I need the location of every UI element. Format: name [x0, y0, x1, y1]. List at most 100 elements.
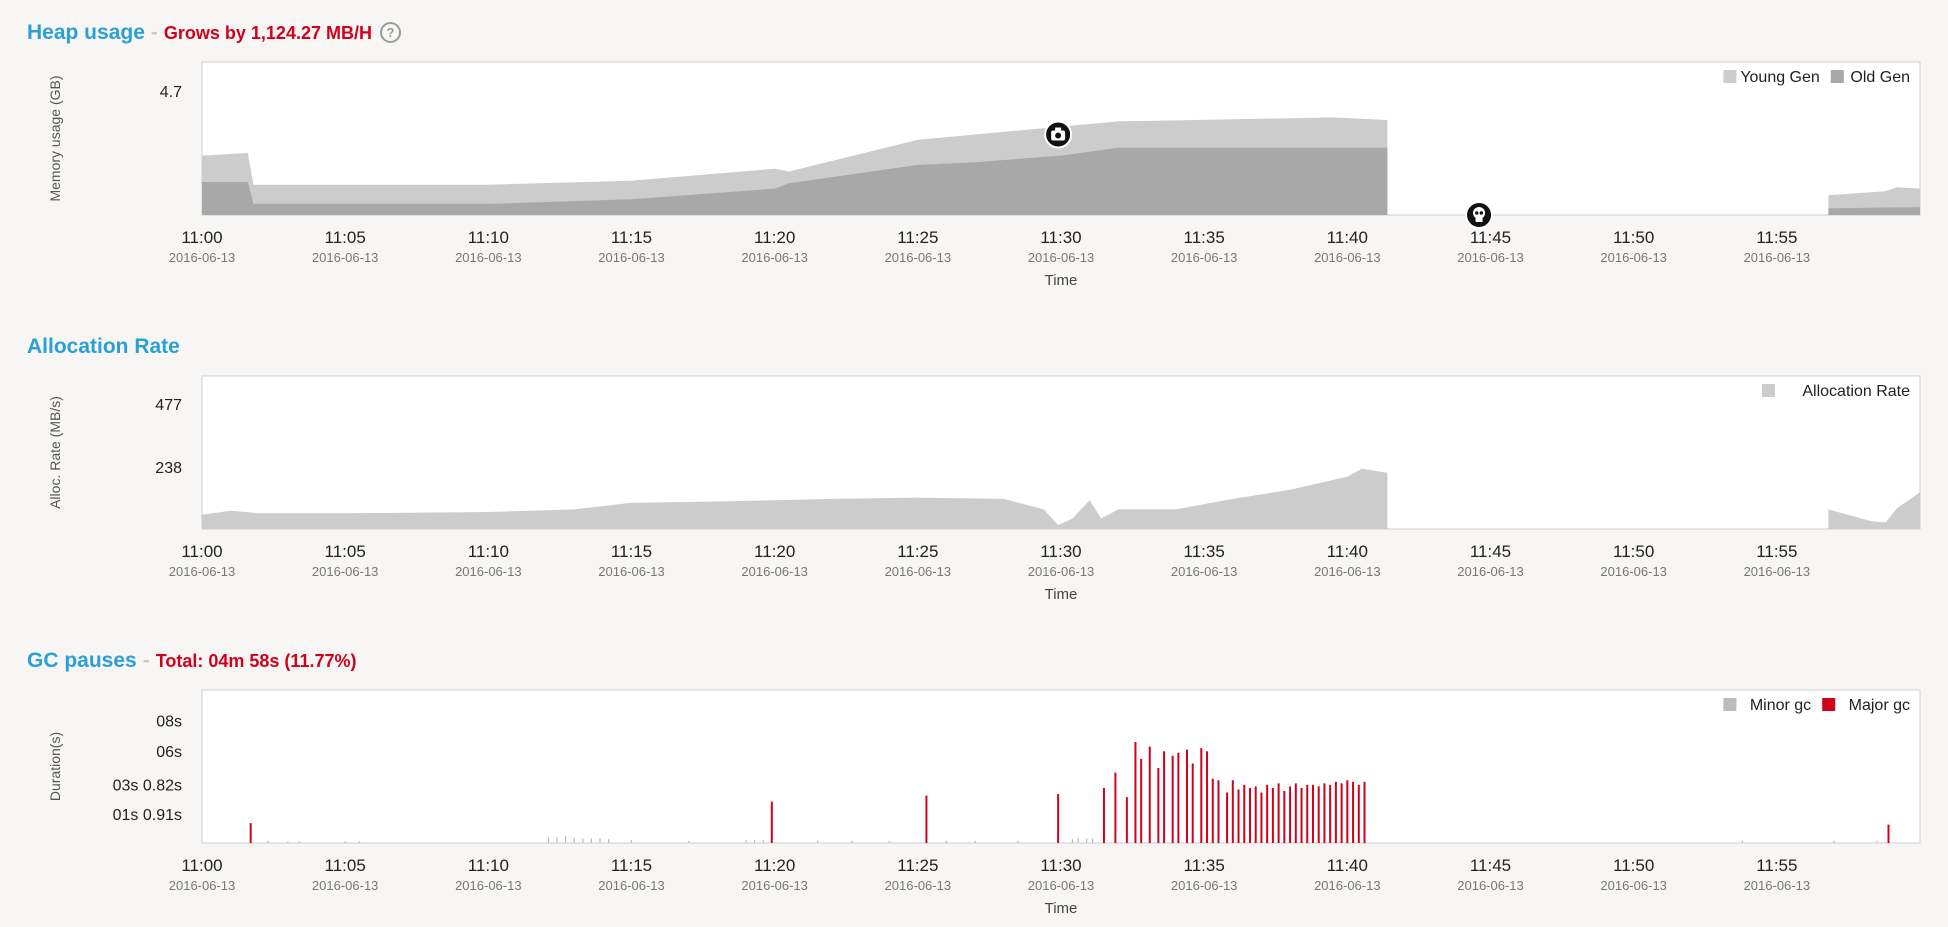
- x-tick-date-label: 2016-06-13: [312, 564, 379, 579]
- x-tick-time-label: 11:00: [181, 228, 222, 247]
- x-tick-date-label: 2016-06-13: [169, 564, 236, 579]
- x-tick-time-label: 11:00: [181, 542, 222, 561]
- x-tick-time-label: 11:25: [897, 542, 938, 561]
- x-tick-time-label: 11:10: [468, 228, 509, 247]
- y-axis-label: Memory usage (GB): [47, 75, 63, 201]
- x-tick-time-label: 11:15: [611, 228, 652, 247]
- legend-swatch: [1723, 698, 1737, 711]
- plot-area: [201, 375, 1921, 530]
- x-tick-date-label: 2016-06-13: [1600, 564, 1667, 579]
- x-tick-time-label: 11:35: [1184, 856, 1225, 875]
- x-tick-date-label: 2016-06-13: [455, 878, 522, 893]
- x-tick-time-label: 11:40: [1327, 542, 1368, 561]
- camera-icon[interactable]: [1044, 120, 1073, 149]
- x-tick-time-label: 11:25: [897, 856, 938, 875]
- x-tick-date-label: 2016-06-13: [1171, 878, 1238, 893]
- x-tick-date-label: 2016-06-13: [885, 564, 952, 579]
- x-tick-date-label: 2016-06-13: [312, 250, 379, 265]
- x-tick-date-label: 2016-06-13: [1457, 564, 1524, 579]
- legend-label: Major gc: [1849, 697, 1910, 714]
- x-tick-date-label: 2016-06-13: [1457, 878, 1524, 893]
- y-tick-label: 238: [155, 460, 182, 477]
- x-tick-date-label: 2016-06-13: [598, 564, 665, 579]
- skull-eye: [1479, 211, 1484, 215]
- x-tick-time-label: 11:40: [1327, 856, 1368, 875]
- x-tick-time-label: 11:10: [468, 542, 509, 561]
- x-tick-date-label: 2016-06-13: [1744, 250, 1811, 265]
- x-tick-date-label: 2016-06-13: [169, 878, 236, 893]
- x-tick-time-label: 11:20: [754, 228, 795, 247]
- x-tick-time-label: 11:40: [1327, 228, 1368, 247]
- camera-top: [1055, 127, 1062, 132]
- y-tick-label: 08s: [156, 714, 182, 731]
- x-tick-date-label: 2016-06-13: [1028, 878, 1095, 893]
- legend-label: Allocation Rate: [1802, 383, 1910, 400]
- x-tick-date-label: 2016-06-13: [885, 250, 952, 265]
- x-axis-label: Time: [1045, 900, 1078, 917]
- x-tick-time-label: 11:20: [754, 856, 795, 875]
- x-tick-date-label: 2016-06-13: [885, 878, 952, 893]
- x-tick-date-label: 2016-06-13: [1600, 878, 1667, 893]
- x-tick-time-label: 11:50: [1613, 542, 1654, 561]
- x-tick-date-label: 2016-06-13: [312, 878, 379, 893]
- x-tick-time-label: 11:05: [325, 228, 366, 247]
- x-tick-date-label: 2016-06-13: [1171, 250, 1238, 265]
- old-gen-area: [1828, 207, 1920, 215]
- y-tick-label: 06s: [156, 744, 182, 761]
- x-tick-time-label: 11:20: [754, 542, 795, 561]
- x-tick-date-label: 2016-06-13: [1028, 564, 1095, 579]
- skull-jaw: [1475, 217, 1483, 222]
- x-tick-time-label: 11:45: [1470, 856, 1511, 875]
- x-tick-date-label: 2016-06-13: [455, 564, 522, 579]
- x-tick-time-label: 11:35: [1184, 542, 1225, 561]
- legend-swatch: [1830, 70, 1844, 83]
- x-tick-time-label: 11:05: [325, 542, 366, 561]
- legend-swatch: [1762, 384, 1775, 397]
- x-tick-date-label: 2016-06-13: [598, 250, 665, 265]
- x-tick-date-label: 2016-06-13: [1744, 564, 1811, 579]
- allocation-rate-section: Allocation Rate Alloc. Rate (MB/s) 11:00 2…: [0, 314, 1948, 614]
- x-tick-date-label: 2016-06-13: [1457, 250, 1524, 265]
- x-tick-date-label: 2016-06-13: [1744, 878, 1811, 893]
- y-tick-label: 4.7: [160, 84, 182, 101]
- legend-swatch: [1723, 70, 1737, 83]
- x-tick-date-label: 2016-06-13: [169, 250, 236, 265]
- skull-icon[interactable]: [1465, 201, 1494, 229]
- camera-lens: [1055, 132, 1062, 139]
- x-tick-date-label: 2016-06-13: [741, 564, 808, 579]
- x-tick-time-label: 11:15: [611, 542, 652, 561]
- x-tick-time-label: 11:05: [325, 856, 366, 875]
- x-tick-date-label: 2016-06-13: [1314, 878, 1381, 893]
- heap-usage-chart: Memory usage (GB) 11:00 2016-06-13 11:05 201…: [47, 61, 1921, 289]
- x-axis-label: Time: [1045, 272, 1078, 289]
- x-tick-date-label: 2016-06-13: [1171, 564, 1238, 579]
- x-tick-date-label: 2016-06-13: [741, 878, 808, 893]
- y-tick-label: 03s 0.82s: [113, 778, 182, 795]
- x-tick-time-label: 11:55: [1756, 542, 1797, 561]
- x-tick-time-label: 11:10: [468, 856, 509, 875]
- x-tick-date-label: 2016-06-13: [1314, 564, 1381, 579]
- x-tick-date-label: 2016-06-13: [741, 250, 808, 265]
- gc-pauses-chart: Duration(s) 11:00 2016-06-13 11:05 2016-06-1…: [47, 689, 1921, 917]
- x-tick-date-label: 2016-06-13: [1600, 250, 1667, 265]
- x-tick-date-label: 2016-06-13: [1314, 250, 1381, 265]
- x-tick-date-label: 2016-06-13: [598, 878, 665, 893]
- y-axis-label: Duration(s): [47, 732, 63, 801]
- x-tick-time-label: 11:30: [1040, 542, 1081, 561]
- legend-label: Young Gen: [1740, 69, 1819, 86]
- x-axis-label: Time: [1045, 586, 1078, 603]
- skull-eye: [1475, 211, 1479, 215]
- x-tick-date-label: 2016-06-13: [455, 250, 522, 265]
- x-tick-time-label: 11:45: [1470, 228, 1511, 247]
- x-tick-time-label: 11:00: [181, 856, 222, 875]
- gc-pauses-section: GC pauses - Total: 04m 58s (11.77%) Durati…: [0, 628, 1948, 927]
- x-tick-time-label: 11:30: [1040, 228, 1081, 247]
- heap-usage-section: Heap usage - Grows by 1,124.27 MB/H? Memor…: [0, 0, 1948, 300]
- y-tick-label: 01s 0.91s: [113, 807, 182, 824]
- x-tick-time-label: 11:50: [1613, 856, 1654, 875]
- x-tick-date-label: 2016-06-13: [1028, 250, 1095, 265]
- x-tick-time-label: 11:55: [1756, 856, 1797, 875]
- legend-swatch: [1822, 698, 1836, 711]
- y-tick-label: 477: [155, 397, 182, 414]
- x-tick-time-label: 11:35: [1184, 228, 1225, 247]
